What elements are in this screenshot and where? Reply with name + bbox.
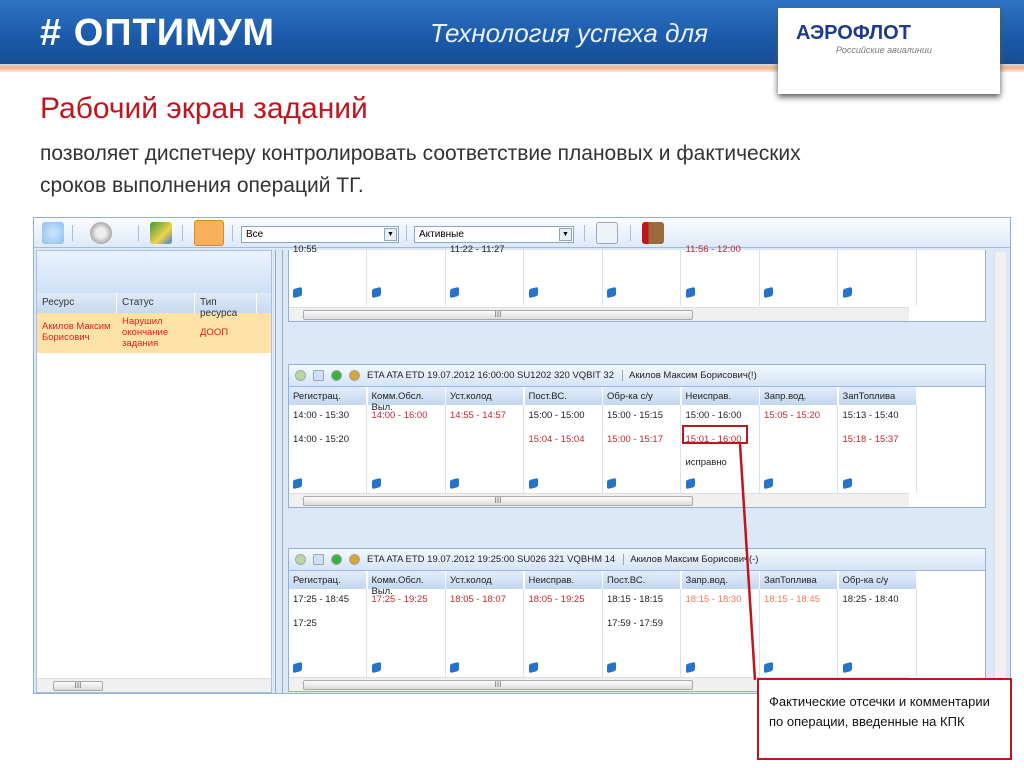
callout-line (738, 443, 757, 681)
annotation-note: Фактические отсечки и комментарии по опе… (757, 678, 1012, 760)
